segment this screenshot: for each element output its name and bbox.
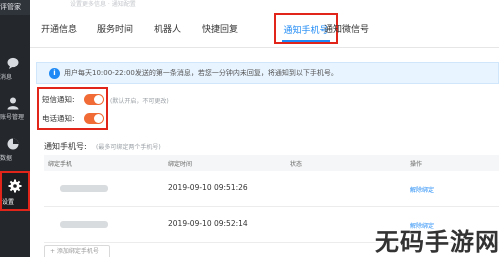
sidebar-item-settings[interactable]: 设置 — [0, 171, 30, 211]
unbind-link[interactable]: 解除绑定 — [410, 185, 434, 194]
info-text: 用户每天10:00-22:00发送的第一条消息，若您一分钟内未回复，将通知到以下… — [64, 69, 338, 77]
user-icon — [7, 97, 19, 110]
column-header: 状态 — [290, 161, 303, 168]
tab-notify-wechat[interactable]: 通知微信号 — [324, 22, 369, 35]
active-tab-underline — [282, 40, 330, 42]
add-phone-button[interactable]: + 添加绑定手机号 — [44, 245, 110, 257]
table-row: 2019-09-10 09:51:26 解除绑定 — [44, 171, 499, 207]
column-header: 绑定手机 — [48, 161, 73, 168]
call-notify-toggle[interactable] — [84, 113, 104, 124]
tab-open-info[interactable]: 开通信息 — [41, 22, 77, 35]
toggle-knob — [94, 114, 103, 123]
sidebar-item-label: 消息 — [0, 74, 13, 81]
sidebar-item-messages[interactable]: 消息 — [0, 52, 30, 88]
left-sidebar: 评管家 消息 账号管理 数据 设置 — [0, 0, 30, 257]
notification-toggles-box: 短信通知: 电话通知: — [37, 87, 108, 130]
column-header: 操作 — [410, 161, 423, 168]
bound-time: 2019-09-10 09:51:26 — [168, 183, 248, 192]
sidebar-item-label: 账号管理 — [0, 114, 25, 121]
tab-quick-reply[interactable]: 快捷回复 — [202, 22, 238, 35]
sms-notify-toggle[interactable] — [84, 94, 104, 105]
column-header: 绑定时间 — [168, 161, 193, 168]
info-icon: i — [49, 68, 60, 79]
sms-notify-hint: (默认开启，不可更改) — [110, 98, 169, 105]
bound-time: 2019-09-10 09:52:14 — [168, 219, 248, 228]
chat-bubble-icon — [7, 57, 19, 69]
notify-phone-title: 通知手机号: — [44, 142, 87, 151]
watermark-text: 无码手游网 — [375, 228, 499, 256]
phone-table-header: 绑定手机 绑定时间 状态 操作 — [44, 155, 499, 171]
masked-phone-number — [60, 185, 108, 192]
info-banner: i 用户每天10:00-22:00发送的第一条消息，若您一分钟内未回复，将通知到… — [36, 62, 499, 84]
sidebar-item-accounts[interactable]: 账号管理 — [0, 92, 30, 128]
tab-service-time[interactable]: 服务时间 — [97, 22, 133, 35]
call-notify-label: 电话通知: — [42, 114, 75, 123]
site-watermark: 无码手游网 — [375, 220, 499, 257]
toggle-knob — [94, 95, 103, 104]
sidebar-item-label: 设置 — [2, 199, 15, 206]
masked-phone-number — [60, 221, 108, 228]
top-faded-text: 设置更多信息 · 通知配置 — [70, 1, 136, 8]
tab-robot[interactable]: 机器人 — [154, 22, 181, 35]
notify-phone-hint: (最多可绑定两个手机号) — [96, 144, 161, 151]
gear-icon — [8, 179, 22, 193]
pie-chart-icon — [7, 138, 19, 150]
sidebar-item-label: 数据 — [0, 155, 13, 162]
sidebar-item-data[interactable]: 数据 — [0, 133, 30, 169]
sms-notify-label: 短信通知: — [42, 95, 75, 104]
settings-tabs: 设置更多信息 · 通知配置 开通信息 服务时间 机器人 快捷回复 通知手机号 通… — [30, 0, 499, 48]
app-brand: 评管家 — [0, 0, 30, 15]
